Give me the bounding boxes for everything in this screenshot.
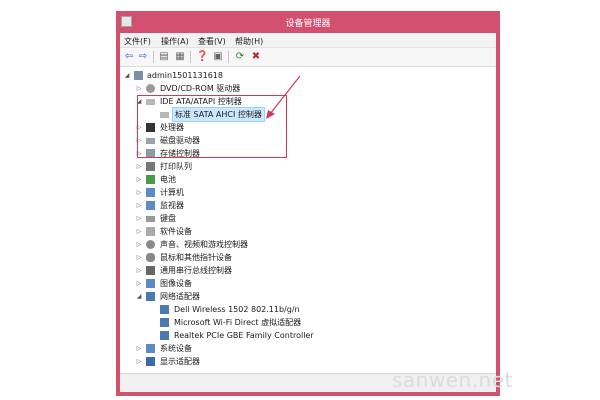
annotation-arrow-icon [266,75,301,119]
watermark: sanwen.net [392,368,513,392]
